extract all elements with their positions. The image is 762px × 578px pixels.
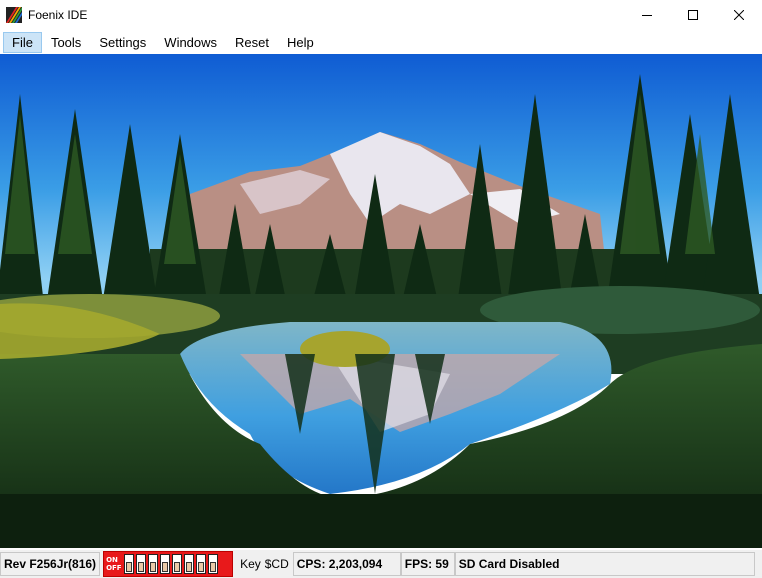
menu-file[interactable]: File	[3, 31, 42, 53]
dip-onoff-label: ON OFF	[106, 556, 124, 572]
menu-tools[interactable]: Tools	[42, 32, 90, 53]
window-controls	[624, 0, 762, 30]
minimize-button[interactable]	[624, 0, 670, 30]
dip-switch-4[interactable]	[160, 554, 171, 574]
dip-switch-1[interactable]	[124, 554, 135, 574]
maximize-button[interactable]	[670, 0, 716, 30]
dip-switch-7[interactable]	[196, 554, 207, 574]
dip-switch-8[interactable]	[208, 554, 219, 574]
dip-switch-panel[interactable]: ON OFF	[103, 551, 234, 577]
landscape-image	[0, 54, 762, 548]
dip-switch-5[interactable]	[172, 554, 183, 574]
dip-on-label: ON	[106, 556, 118, 564]
sd-card-status: SD Card Disabled	[454, 552, 755, 576]
dip-switch-3[interactable]	[148, 554, 159, 574]
foenix-app-icon	[6, 7, 22, 23]
dip-switch-6[interactable]	[184, 554, 195, 574]
key-value: $CD	[264, 557, 289, 571]
dip-off-label: OFF	[106, 564, 122, 572]
menu-reset[interactable]: Reset	[226, 32, 278, 53]
menu-settings[interactable]: Settings	[90, 32, 155, 53]
emulator-display[interactable]	[0, 54, 762, 548]
close-icon	[734, 10, 744, 20]
fps-counter: FPS: 59	[400, 552, 455, 576]
title-bar[interactable]: Foenix IDE	[0, 0, 762, 30]
dip-switches	[124, 554, 219, 574]
dip-switch-2[interactable]	[136, 554, 147, 574]
status-bar: Rev F256Jr(816) ON OFF Key $CD CPS: 2,20…	[0, 550, 762, 578]
menu-bar: File Tools Settings Windows Reset Help	[0, 30, 762, 54]
cps-counter: CPS: 2,203,094	[292, 552, 401, 576]
maximize-icon	[688, 10, 698, 20]
menu-windows[interactable]: Windows	[155, 32, 226, 53]
close-button[interactable]	[716, 0, 762, 30]
minimize-icon	[642, 15, 652, 16]
window-title: Foenix IDE	[28, 8, 88, 22]
foenix-ide-window: Foenix IDE File Tools Settings Windows R…	[0, 0, 762, 578]
key-label: Key	[240, 557, 261, 571]
revision-label: Rev F256Jr(816)	[0, 552, 101, 576]
menu-help[interactable]: Help	[278, 32, 323, 53]
